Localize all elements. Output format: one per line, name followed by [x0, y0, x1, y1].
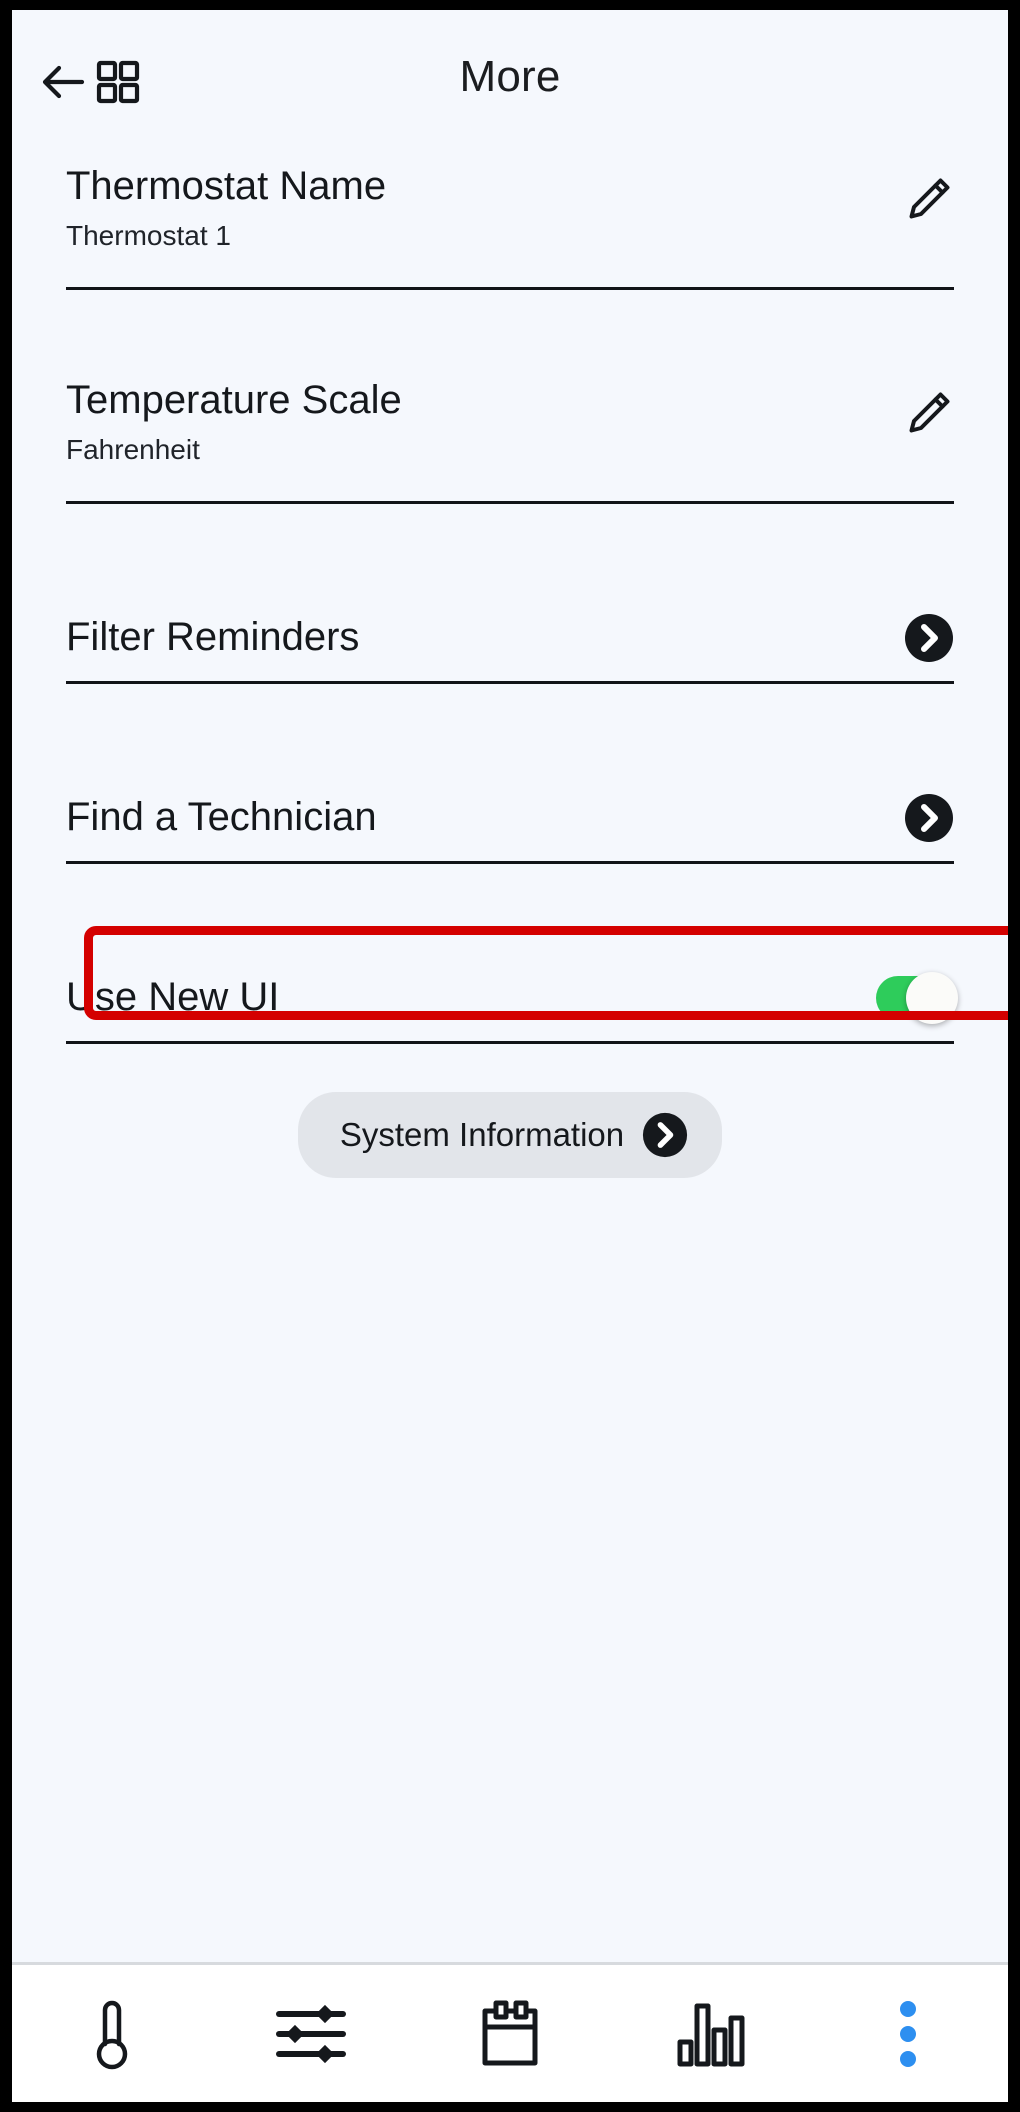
row-value: Fahrenheit	[66, 433, 200, 465]
row-gap	[66, 864, 954, 926]
settings-row-find-a-technician[interactable]: Find a Technician	[66, 746, 954, 864]
bar-chart-icon	[672, 1998, 746, 2070]
edit-pencil-icon[interactable]	[902, 388, 954, 440]
row-action[interactable]	[902, 386, 954, 442]
toggle-knob	[906, 971, 958, 1024]
row-gap	[66, 290, 954, 352]
nav-usage[interactable]	[610, 1965, 809, 2102]
row-text-group: Temperature Scale Fahrenheit	[66, 378, 402, 466]
sliders-icon	[273, 1999, 349, 2069]
row-text-group: Use New UI	[66, 975, 279, 1020]
system-information-label: System Information	[339, 1116, 625, 1153]
system-information-button[interactable]: System Information	[297, 1092, 723, 1178]
edit-pencil-icon[interactable]	[902, 174, 954, 226]
row-text-group: Find a Technician	[66, 795, 377, 840]
row-title: Filter Reminders	[66, 615, 360, 660]
row-action[interactable]	[902, 172, 954, 228]
row-action[interactable]	[904, 790, 954, 846]
row-title: Find a Technician	[66, 795, 377, 840]
chevron-right-circle-icon[interactable]	[904, 793, 954, 843]
row-value: Thermostat 1	[66, 219, 231, 251]
nav-schedule[interactable]	[410, 1965, 609, 2102]
row-gap	[66, 684, 954, 746]
nav-more[interactable]	[809, 1965, 1008, 2102]
app-header: More	[12, 10, 1008, 138]
settings-row-use-new-ui[interactable]: Use New UI	[66, 926, 958, 1044]
row-title: Temperature Scale	[66, 378, 402, 422]
row-action[interactable]	[904, 610, 954, 666]
thermometer-icon	[81, 1996, 143, 2072]
settings-row-thermostat-name[interactable]: Thermostat Name Thermostat 1	[66, 138, 954, 290]
bottom-navigation-bar	[12, 1962, 1008, 2102]
row-gap	[66, 504, 954, 566]
chevron-right-circle-icon[interactable]	[904, 613, 954, 663]
system-information-row: System Information	[66, 1092, 954, 1178]
settings-row-temperature-scale[interactable]: Temperature Scale Fahrenheit	[66, 352, 954, 504]
row-title: Use New UI	[66, 975, 280, 1020]
settings-list: Thermostat Name Thermostat 1 Temperature…	[12, 138, 1008, 1962]
row-text-group: Thermostat Name Thermostat 1	[66, 164, 386, 252]
page-title: More	[459, 52, 561, 101]
nav-settings[interactable]	[211, 1965, 410, 2102]
settings-row-filter-reminders[interactable]: Filter Reminders	[66, 566, 954, 684]
use-new-ui-toggle[interactable]	[876, 971, 958, 1024]
nav-thermostat[interactable]	[12, 1965, 211, 2102]
use-new-ui-wrapper: Use New UI	[66, 926, 1008, 1044]
more-vertical-dots-icon	[893, 1996, 923, 2072]
row-title: Thermostat Name	[66, 164, 387, 208]
row-text-group: Filter Reminders	[66, 615, 359, 660]
calendar-icon	[475, 1997, 545, 2071]
chevron-right-circle-icon	[642, 1112, 688, 1158]
row-action[interactable]	[876, 970, 958, 1026]
phone-screen: More Thermostat Name Thermostat 1 Temper…	[12, 10, 1008, 2102]
